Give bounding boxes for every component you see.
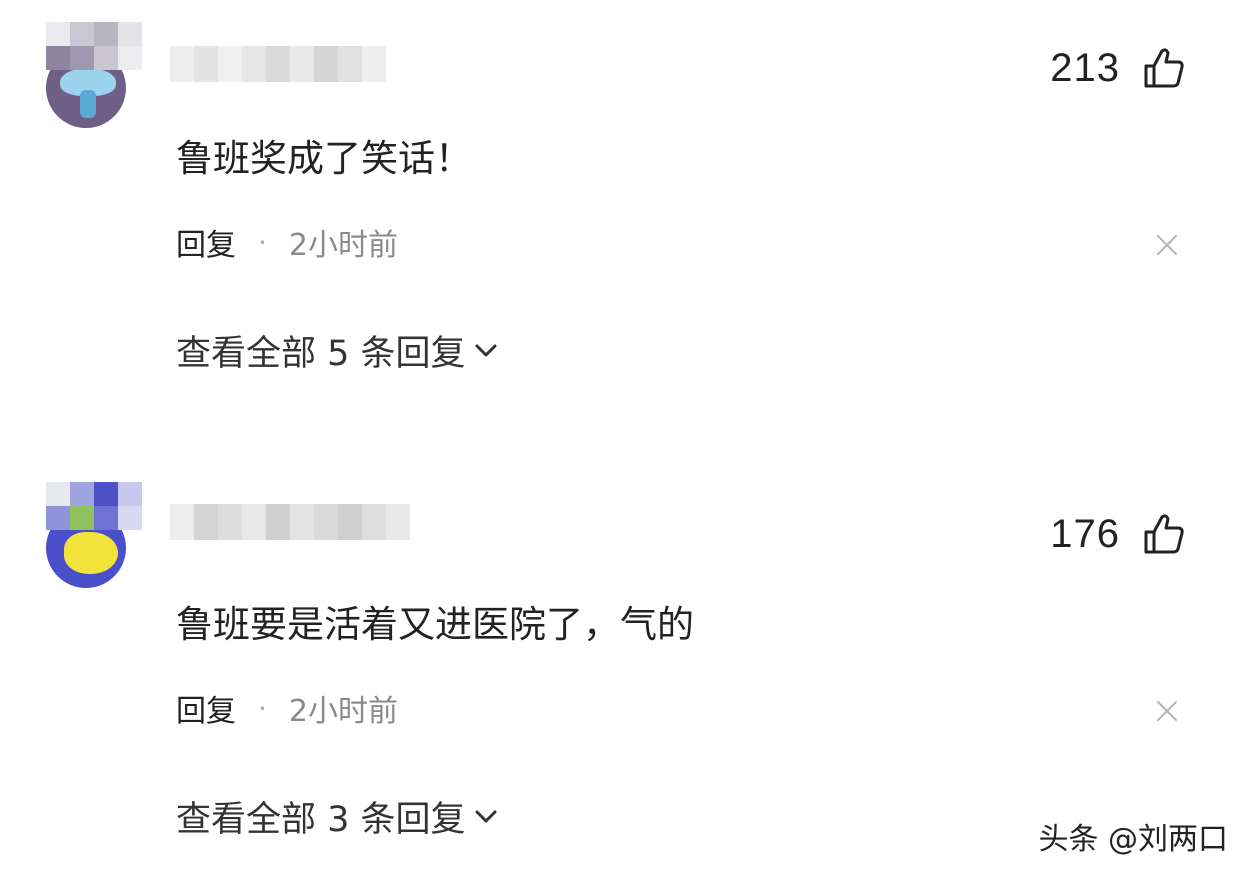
avatar[interactable] [46,22,146,128]
avatar-mosaic [46,22,142,70]
comment-timestamp: 2小时前 [288,694,398,729]
close-icon[interactable] [1156,234,1178,256]
like-control[interactable]: 213 [1050,46,1186,90]
watermark: 头条 @刘两口 [1038,822,1228,857]
reply-button[interactable]: 回复 [176,220,236,264]
comment-item: 213 鲁班奖成了笑话！ 回复 · 2小时前 查看全部 5 条回复 [0,0,1254,440]
username-blurred[interactable] [170,504,410,540]
chevron-down-icon [475,344,497,357]
meta-separator: · [258,691,267,725]
thumbs-up-icon[interactable] [1142,512,1186,556]
view-replies-button[interactable]: 查看全部 3 条回复 [176,792,500,840]
thumbs-up-icon[interactable] [1142,46,1186,90]
view-replies-button[interactable]: 查看全部 5 条回复 [176,326,500,374]
comment-timestamp: 2小时前 [288,228,398,263]
like-control[interactable]: 176 [1050,512,1186,556]
view-replies-label: 查看全部 3 条回复 [176,799,466,840]
reply-button[interactable]: 回复 [176,686,236,730]
close-icon[interactable] [1156,700,1178,722]
comment-text: 鲁班奖成了笑话！ [176,137,472,180]
meta-separator: · [258,225,267,259]
comment-text: 鲁班要是活着又进医院了，气的 [176,603,694,646]
like-count: 213 [1050,45,1120,90]
view-replies-label: 查看全部 5 条回复 [176,333,466,374]
username-blurred[interactable] [170,46,386,82]
comment-meta: 回复 · 2小时前 [176,220,398,264]
avatar[interactable] [46,482,146,588]
like-count: 176 [1050,511,1120,556]
avatar-mosaic [46,482,142,530]
chevron-down-icon [475,810,497,823]
comment-meta: 回复 · 2小时前 [176,686,398,730]
